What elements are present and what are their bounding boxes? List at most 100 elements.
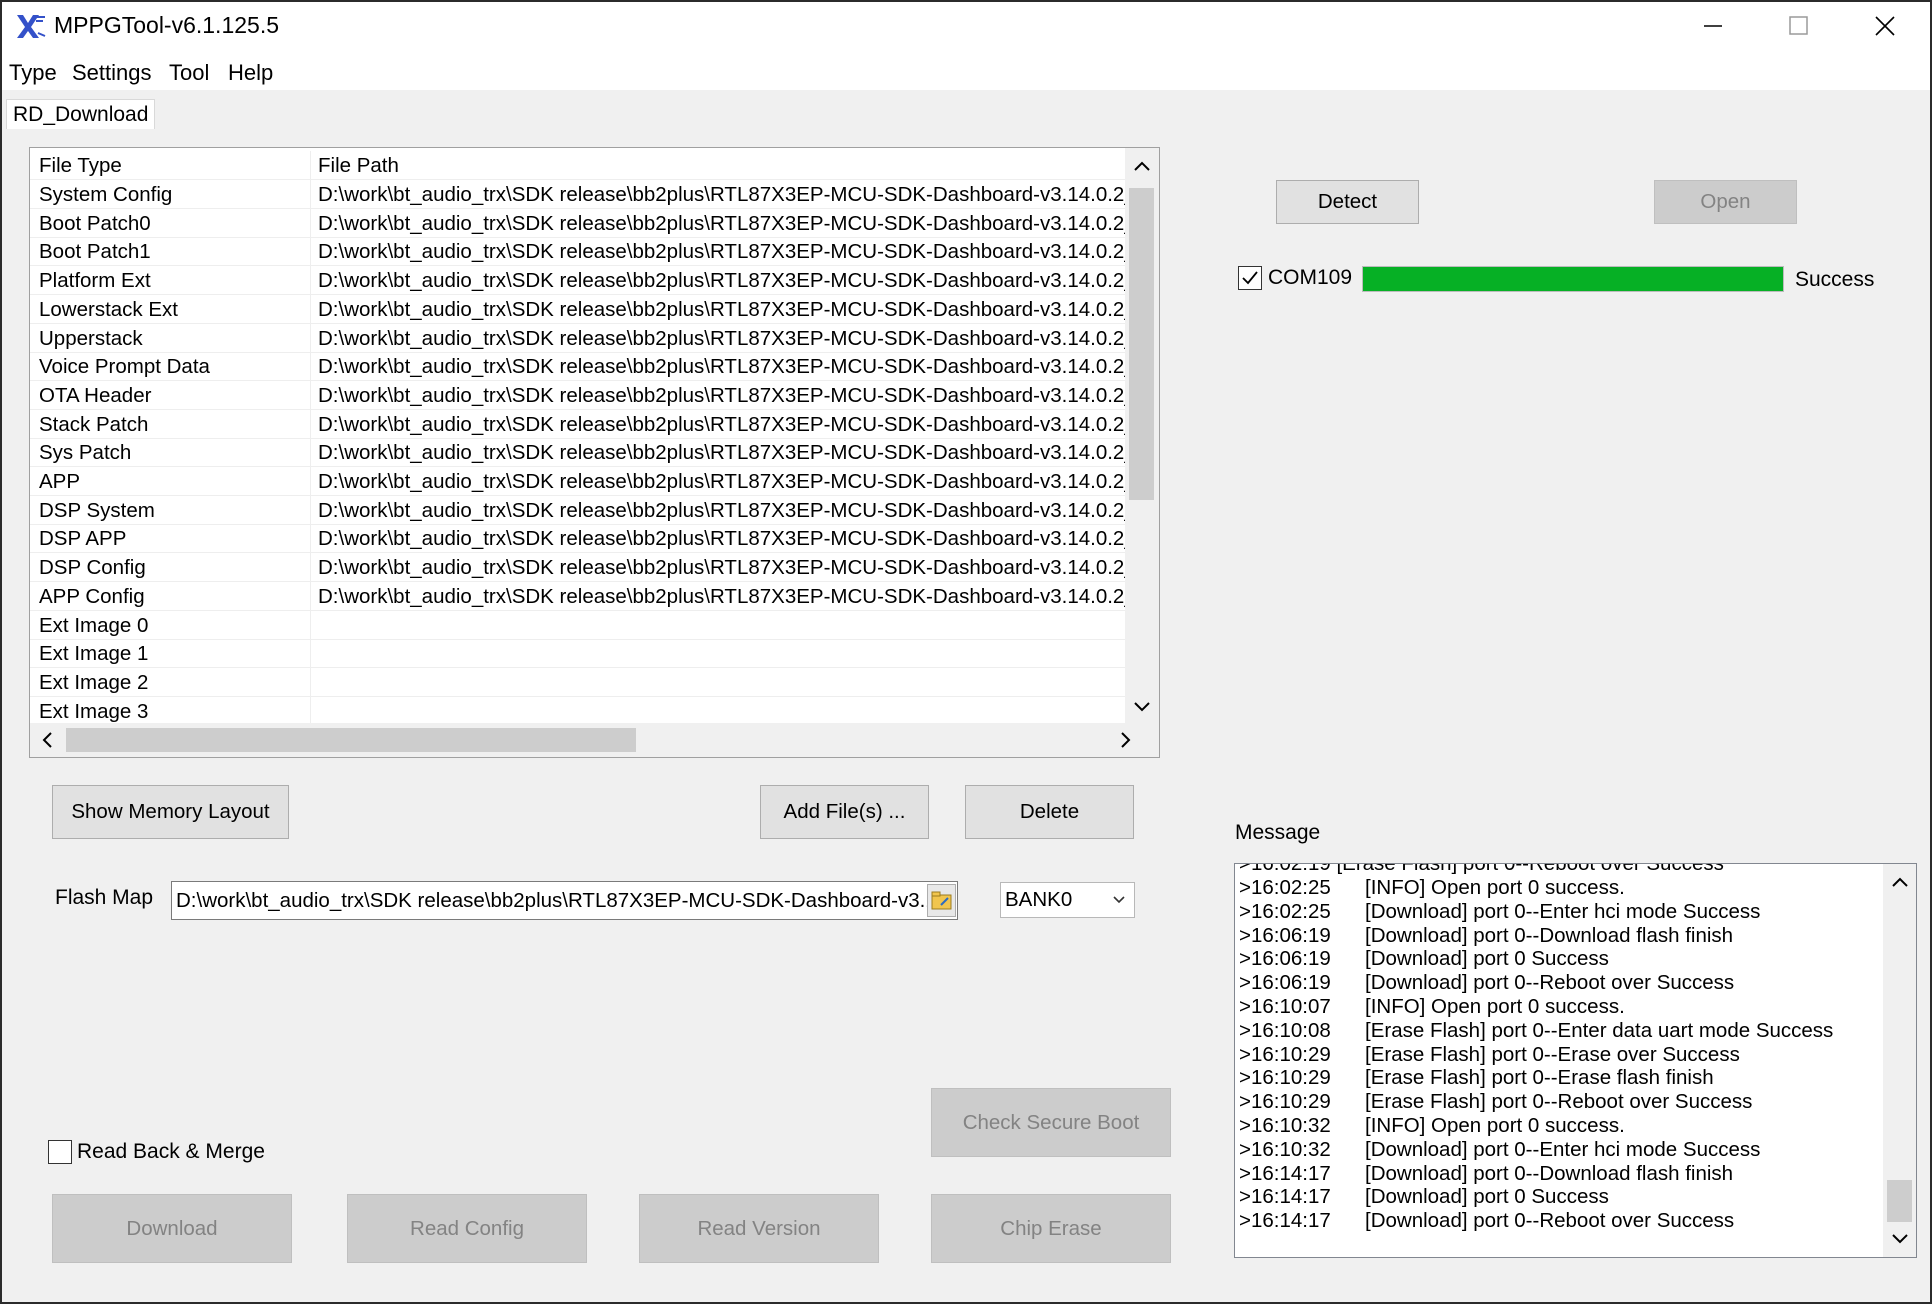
table-horizontal-scrollbar[interactable] bbox=[30, 723, 1159, 757]
message-text: [INFO] Open port 0 success. bbox=[1365, 876, 1625, 899]
file-type-cell: Platform Ext bbox=[30, 266, 311, 296]
table-vertical-scrollbar[interactable] bbox=[1125, 148, 1159, 723]
minimize-button[interactable] bbox=[1670, 2, 1756, 50]
table-row[interactable]: Ext Image 2 bbox=[30, 667, 1125, 697]
table-row[interactable]: Boot Patch1 D:\work\bt_audio_trx\SDK rele… bbox=[30, 237, 1125, 267]
message-text: [Erase Flash] port 0--Erase over Success bbox=[1365, 1042, 1740, 1066]
table-row[interactable]: Ext Image 3 bbox=[30, 696, 1125, 726]
detect-button[interactable]: Detect bbox=[1276, 180, 1419, 224]
menu-settings[interactable]: Settings bbox=[72, 60, 152, 86]
chip-erase-button[interactable]: Chip Erase bbox=[931, 1194, 1171, 1263]
progress-fill bbox=[1363, 267, 1783, 291]
file-type-cell: Boot Patch0 bbox=[30, 208, 311, 238]
menu-tool[interactable]: Tool bbox=[169, 60, 209, 86]
scroll-up-arrow-icon[interactable] bbox=[1130, 155, 1154, 179]
check-secure-boot-button[interactable]: Check Secure Boot bbox=[931, 1088, 1171, 1157]
message-text: [Download] port 0 Success bbox=[1365, 1185, 1609, 1209]
table-row[interactable]: Sys Patch D:\work\bt_audio_trx\SDK releas… bbox=[30, 438, 1125, 468]
table-row[interactable]: Voice Prompt Data D:\work\bt_audio_trx\SD… bbox=[30, 352, 1125, 382]
file-type-cell: DSP APP bbox=[30, 524, 311, 554]
file-path-cell: D:\work\bt_audio_trx\SDK release\bb2plus… bbox=[311, 237, 1125, 267]
close-icon bbox=[1875, 16, 1895, 36]
open-button[interactable]: Open bbox=[1654, 180, 1797, 224]
menu-type[interactable]: Type bbox=[9, 60, 57, 86]
table-row[interactable]: Ext Image 0 bbox=[30, 610, 1125, 640]
file-path-cell bbox=[311, 668, 1125, 697]
table-row[interactable]: DSP Config D:\work\bt_audio_trx\SDK relea… bbox=[30, 553, 1125, 583]
table-row[interactable]: OTA Header D:\work\bt_audio_trx\SDK relea… bbox=[30, 380, 1125, 410]
message-line-partial: >16:02:19 [Erase Flash] port 0--Reboot o… bbox=[1239, 863, 1724, 875]
com-port-checkbox[interactable] bbox=[1238, 266, 1262, 290]
menu-help[interactable]: Help bbox=[228, 60, 273, 86]
table-vertical-scroll-thumb[interactable] bbox=[1129, 188, 1154, 500]
table-row[interactable]: Upperstack D:\work\bt_audio_trx\SDK relea… bbox=[30, 323, 1125, 353]
table-row[interactable]: Ext Image 1 bbox=[30, 639, 1125, 669]
file-type-cell: Sys Patch bbox=[30, 438, 311, 468]
flash-map-path-input[interactable]: D:\work\bt_audio_trx\SDK release\bb2plus… bbox=[171, 881, 958, 920]
maximize-button[interactable] bbox=[1756, 2, 1842, 50]
file-type-cell: DSP System bbox=[30, 495, 311, 525]
file-path-cell: D:\work\bt_audio_trx\SDK release\bb2plus… bbox=[311, 553, 1125, 583]
message-timestamp: >16:10:29 bbox=[1239, 1090, 1331, 1114]
message-timestamp: >16:14:17 bbox=[1239, 1209, 1331, 1233]
table-row[interactable]: Stack Patch D:\work\bt_audio_trx\SDK rele… bbox=[30, 409, 1125, 439]
delete-button[interactable]: Delete bbox=[965, 785, 1134, 839]
file-type-cell: Stack Patch bbox=[30, 409, 311, 439]
show-memory-layout-button[interactable]: Show Memory Layout bbox=[52, 785, 289, 839]
tab-rd-download[interactable]: RD_Download bbox=[6, 99, 156, 129]
scroll-down-arrow-icon[interactable] bbox=[1130, 694, 1154, 718]
message-text: [Erase Flash] port 0--Enter data uart mo… bbox=[1365, 1018, 1834, 1042]
browse-folder-button[interactable] bbox=[927, 884, 956, 917]
file-type-cell: APP bbox=[30, 467, 311, 496]
file-type-cell: Boot Patch1 bbox=[30, 237, 311, 267]
file-path-cell: D:\work\bt_audio_trx\SDK release\bb2plus… bbox=[311, 496, 1125, 525]
message-vertical-scrollbar[interactable] bbox=[1883, 864, 1916, 1257]
read-config-button[interactable]: Read Config bbox=[347, 1194, 587, 1263]
file-path-cell: D:\work\bt_audio_trx\SDK release\bb2plus… bbox=[311, 524, 1125, 554]
message-label: Message bbox=[1235, 821, 1321, 844]
column-header-file-type[interactable]: File Type bbox=[30, 151, 311, 180]
message-text: [Download] port 0--Enter hci mode Succes… bbox=[1365, 899, 1761, 923]
menu-bar: Type Settings Tool Help bbox=[2, 52, 1930, 90]
message-text: [Download] port 0 Success bbox=[1365, 947, 1609, 971]
bank-select-value: BANK0 bbox=[1005, 888, 1073, 911]
table-row[interactable]: APP Config D:\work\bt_audio_trx\SDK relea… bbox=[30, 581, 1125, 611]
table-row[interactable]: APP D:\work\bt_audio_trx\SDK release\bb2p… bbox=[30, 467, 1125, 496]
message-text: [Download] port 0--Reboot over Success bbox=[1365, 971, 1735, 995]
message-timestamp: >16:02:25 bbox=[1239, 876, 1331, 899]
table-row[interactable]: DSP System D:\work\bt_audio_trx\SDK relea… bbox=[30, 495, 1125, 525]
scroll-right-arrow-icon[interactable] bbox=[1113, 728, 1137, 752]
minimize-icon bbox=[1704, 25, 1722, 27]
scroll-left-arrow-icon[interactable] bbox=[36, 728, 60, 752]
table-row[interactable]: Boot Patch0 D:\work\bt_audio_trx\SDK rele… bbox=[30, 208, 1125, 238]
message-timestamp: >16:14:17 bbox=[1239, 1161, 1331, 1185]
read-version-button[interactable]: Read Version bbox=[639, 1194, 879, 1263]
file-path-cell: D:\work\bt_audio_trx\SDK release\bb2plus… bbox=[311, 295, 1125, 324]
file-table: File Type File Path System Config D:\work… bbox=[29, 147, 1160, 758]
read-back-merge-checkbox[interactable] bbox=[48, 1140, 72, 1164]
file-path-cell: D:\work\bt_audio_trx\SDK release\bb2plus… bbox=[311, 266, 1125, 296]
table-row[interactable]: Lowerstack Ext D:\work\bt_audio_trx\SDK r… bbox=[30, 294, 1125, 324]
message-scroll-thumb[interactable] bbox=[1887, 1180, 1912, 1222]
table-horizontal-scroll-thumb[interactable] bbox=[66, 728, 636, 752]
com-port-label: COM109 bbox=[1268, 266, 1353, 289]
file-type-cell: DSP Config bbox=[30, 553, 311, 583]
table-row[interactable]: DSP APP D:\work\bt_audio_trx\SDK release\… bbox=[30, 524, 1125, 554]
file-type-cell: Upperstack bbox=[30, 323, 311, 353]
table-row[interactable]: System Config D:\work\bt_audio_trx\SDK re… bbox=[30, 180, 1125, 209]
add-files-button[interactable]: Add File(s) ... bbox=[760, 785, 929, 839]
column-header-file-path[interactable]: File Path bbox=[311, 151, 1125, 180]
message-timestamp: >16:06:19 bbox=[1239, 947, 1331, 971]
file-type-cell: Ext Image 3 bbox=[30, 696, 311, 726]
close-button[interactable] bbox=[1842, 2, 1928, 50]
scroll-up-arrow-icon[interactable] bbox=[1888, 871, 1912, 895]
table-row[interactable]: Platform Ext D:\work\bt_audio_trx\SDK rel… bbox=[30, 266, 1125, 296]
scroll-down-arrow-icon[interactable] bbox=[1888, 1226, 1912, 1250]
download-button[interactable]: Download bbox=[52, 1194, 292, 1263]
file-path-cell: D:\work\bt_audio_trx\SDK release\bb2plus… bbox=[311, 410, 1125, 439]
bank-select[interactable]: BANK0 bbox=[1000, 882, 1135, 918]
message-timestamp: >16:14:17 bbox=[1239, 1185, 1331, 1209]
message-text: [Download] port 0--Download flash finish bbox=[1365, 1161, 1734, 1185]
message-log[interactable]: >16:02:19 [Erase Flash] port 0--Reboot o… bbox=[1234, 863, 1917, 1258]
app-window: MPPGTool-v6.1.125.5 Type Settings Tool H… bbox=[0, 0, 1932, 1304]
